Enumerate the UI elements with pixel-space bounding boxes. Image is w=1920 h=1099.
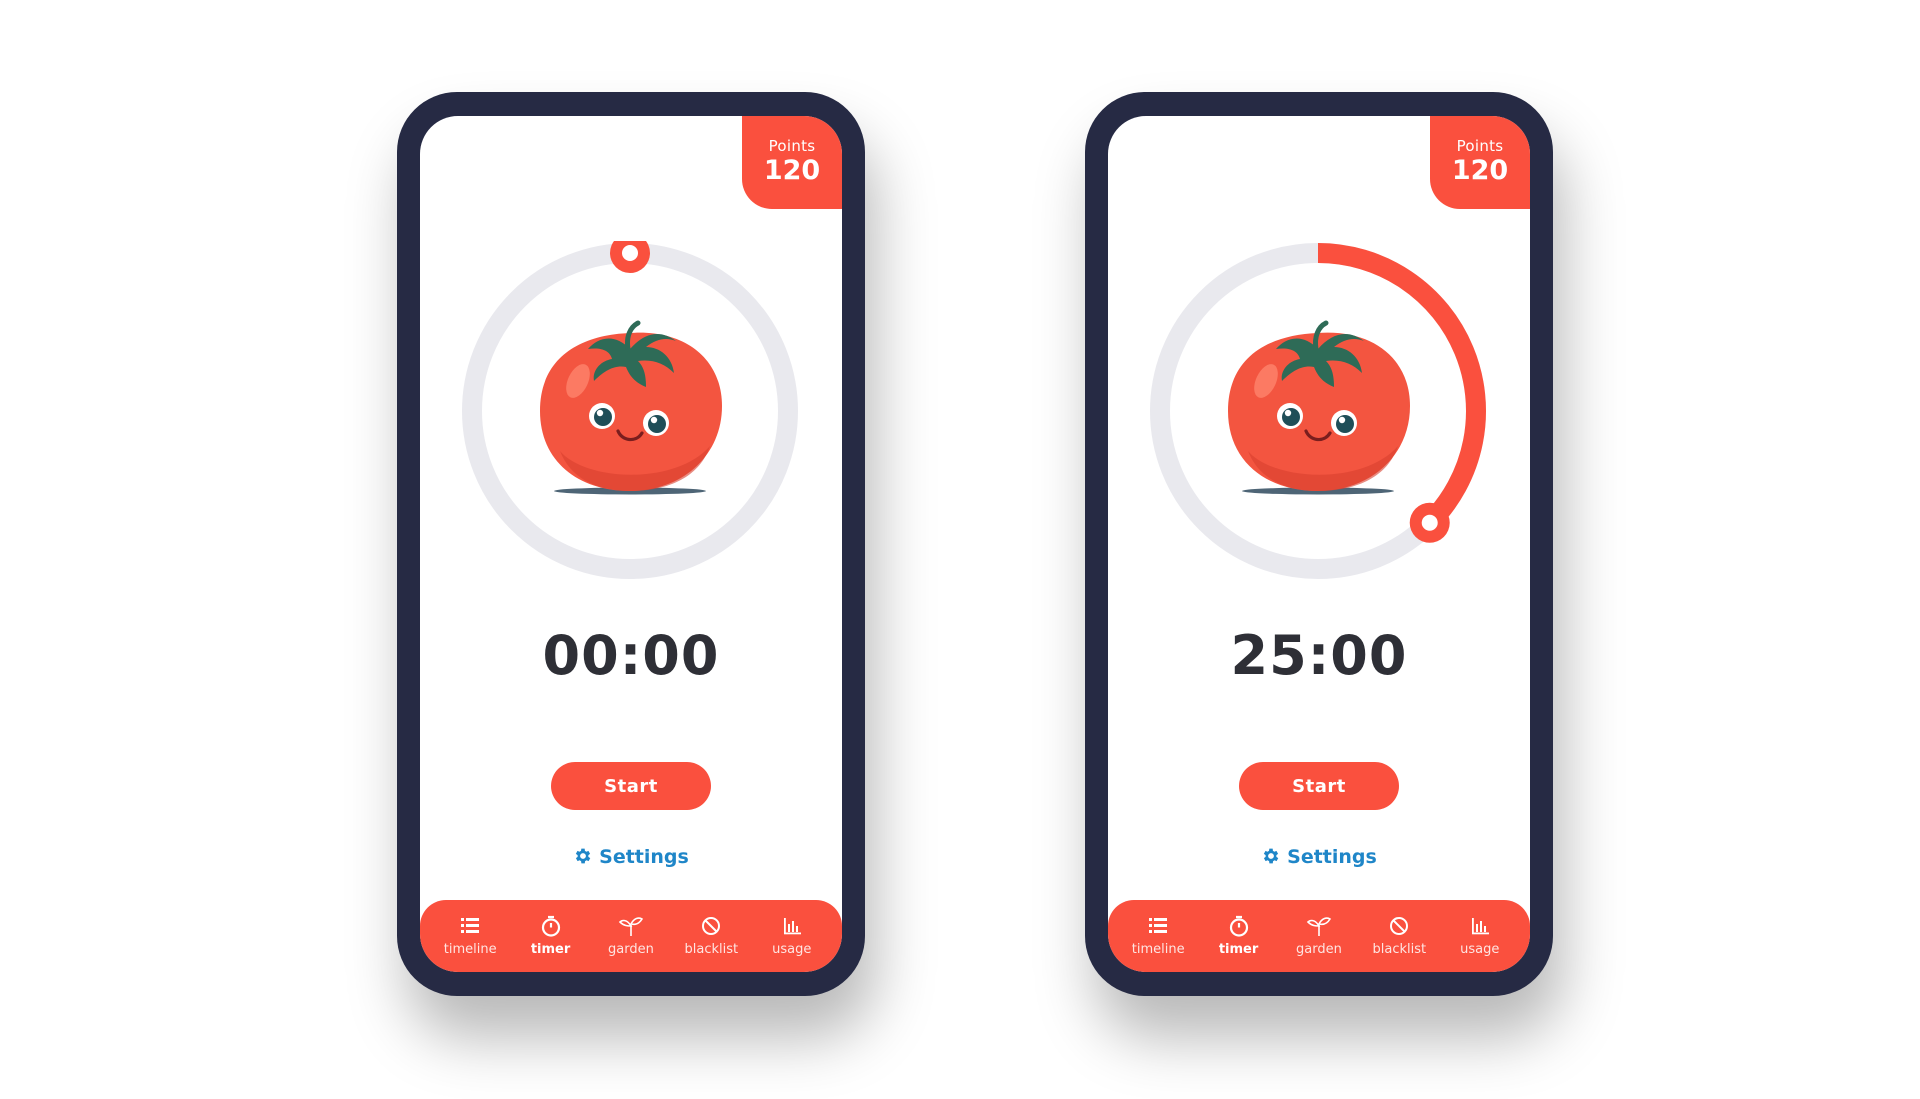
settings-label: Settings (1287, 846, 1377, 868)
tomato-pupil (1282, 408, 1300, 426)
tab-label: blacklist (684, 942, 739, 957)
tab-usage[interactable]: usage (1443, 900, 1517, 972)
bottom-tab-bar: timeline timer garden blacklist usage (1108, 900, 1530, 972)
bottom-tab-bar: timeline timer garden blacklist usage (420, 900, 842, 972)
points-value: 120 (1451, 155, 1509, 186)
stopwatch-icon (538, 914, 564, 938)
list-icon (457, 914, 483, 938)
start-button[interactable]: Start (551, 762, 711, 810)
sprout-icon (1306, 914, 1332, 938)
points-badge: Points 120 (742, 116, 842, 209)
tab-blacklist[interactable]: blacklist (1362, 900, 1436, 972)
tomato-eye-glint (1338, 416, 1346, 424)
stopwatch-icon (1226, 914, 1252, 938)
tomato-pupil (594, 408, 612, 426)
settings-link[interactable]: Settings (1108, 845, 1530, 872)
tab-timer[interactable]: timer (1202, 900, 1276, 972)
points-badge: Points 120 (1430, 116, 1530, 209)
points-label: Points (768, 137, 816, 155)
tab-usage[interactable]: usage (755, 900, 829, 972)
mockup-stage: Points 120 00:00 Start Settings timeline (0, 0, 1920, 1099)
tab-blacklist[interactable]: blacklist (674, 900, 748, 972)
phone-frame-right: Points 120 25:00 Start Settings timeline (1085, 92, 1553, 996)
phone-frame-left: Points 120 00:00 Start Settings timeline (397, 92, 865, 996)
bar-chart-icon (1467, 914, 1493, 938)
timer-display: 25:00 (1230, 624, 1408, 687)
timer-screen: Points 120 25:00 Start Settings timeline (1108, 116, 1530, 972)
start-button[interactable]: Start (1239, 762, 1399, 810)
sprout-icon (618, 914, 644, 938)
tab-garden[interactable]: garden (594, 900, 668, 972)
tomato-mascot (1228, 320, 1410, 495)
gear-icon (573, 846, 593, 872)
tomato-mascot (540, 320, 722, 495)
list-icon (1145, 914, 1171, 938)
timer-dial-graphic (1150, 243, 1486, 579)
tab-garden[interactable]: garden (1282, 900, 1356, 972)
tab-label: timer (530, 942, 571, 957)
timer-display: 00:00 (542, 624, 720, 687)
timer-dial-graphic (462, 241, 798, 579)
points-label: Points (1456, 137, 1504, 155)
dial-handle-center (1421, 514, 1438, 531)
settings-label: Settings (599, 846, 689, 868)
block-icon (698, 914, 724, 938)
dial-handle-center (622, 245, 638, 261)
tab-label: timeline (443, 942, 497, 957)
tab-label: usage (1460, 942, 1500, 957)
tab-timeline[interactable]: timeline (433, 900, 507, 972)
timer-dial[interactable] (1148, 241, 1488, 581)
timer-screen: Points 120 00:00 Start Settings timeline (420, 116, 842, 972)
settings-link[interactable]: Settings (420, 845, 842, 872)
tomato-pupil (1336, 415, 1354, 433)
bar-chart-icon (779, 914, 805, 938)
gear-icon (1261, 846, 1281, 872)
tab-label: usage (772, 942, 812, 957)
tab-label: timer (1218, 942, 1259, 957)
tab-label: timeline (1131, 942, 1185, 957)
tab-timeline[interactable]: timeline (1121, 900, 1195, 972)
tab-label: garden (608, 942, 654, 957)
tomato-eye-glint (650, 416, 658, 424)
tomato-eye-glint (596, 409, 604, 417)
block-icon (1386, 914, 1412, 938)
tab-label: garden (1296, 942, 1342, 957)
tab-label: blacklist (1372, 942, 1427, 957)
tab-timer[interactable]: timer (514, 900, 588, 972)
tomato-eye-glint (1284, 409, 1292, 417)
points-value: 120 (763, 155, 821, 186)
tomato-pupil (648, 415, 666, 433)
timer-dial[interactable] (460, 241, 800, 581)
